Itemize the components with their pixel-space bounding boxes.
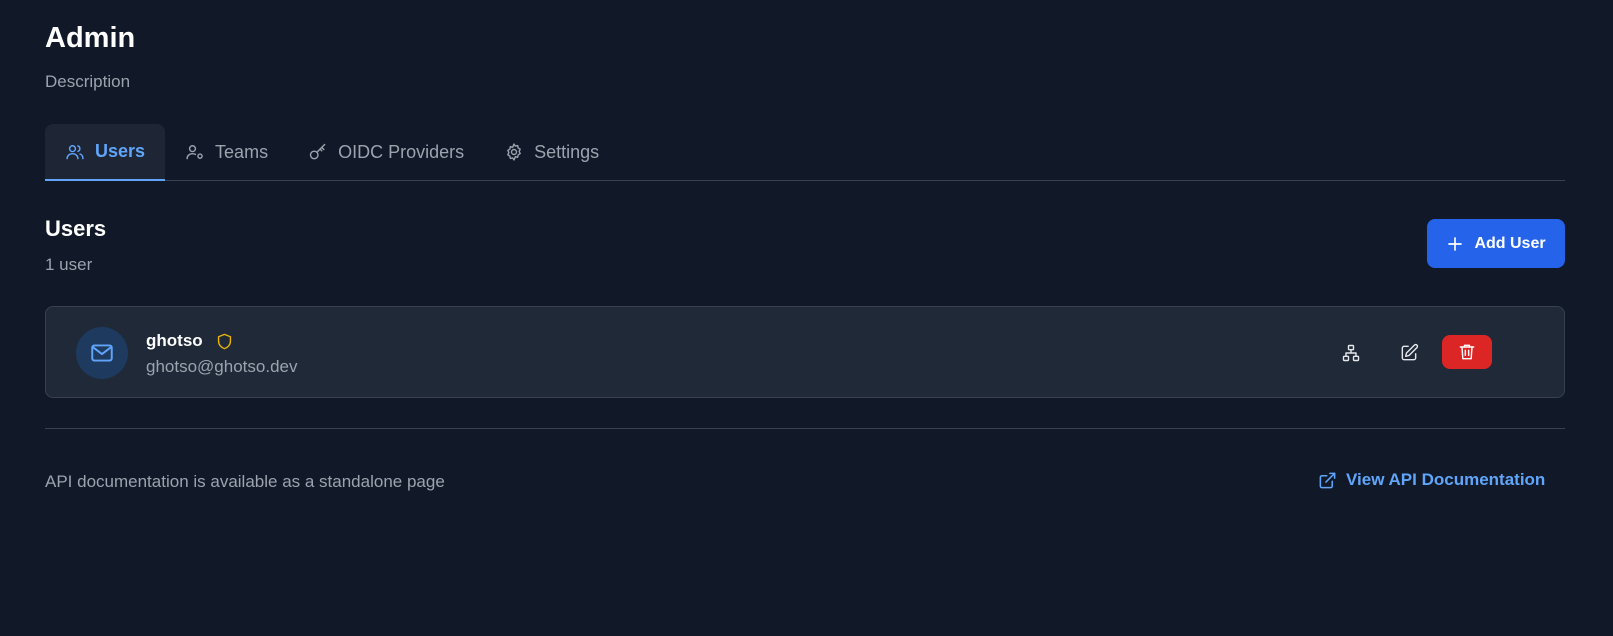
manage-teams-button[interactable] <box>1332 334 1370 372</box>
user-name-line: ghotso <box>146 331 234 351</box>
view-api-docs-link[interactable]: View API Documentation <box>1318 470 1545 490</box>
plus-icon <box>1448 236 1463 251</box>
admin-page: Admin Description Users Teams OIDC Provi… <box>0 0 1613 636</box>
tab-teams[interactable]: Teams <box>165 124 288 180</box>
user-count: 1 user <box>45 255 93 274</box>
trash-icon <box>1459 344 1475 360</box>
section-divider <box>45 428 1565 429</box>
user-email: ghotso@ghotso.dev <box>146 357 298 376</box>
key-icon <box>309 143 326 160</box>
gear-icon <box>507 143 521 161</box>
shield-icon <box>217 333 231 349</box>
tab-users[interactable]: Users <box>45 124 166 181</box>
network-icon <box>1342 344 1360 362</box>
admin-tabs: Users Teams OIDC Providers Settings <box>45 124 1565 181</box>
user-cog-icon <box>186 145 203 160</box>
delete-user-button[interactable] <box>1442 335 1492 369</box>
edit-user-button[interactable] <box>1390 334 1428 372</box>
tab-label: Users <box>95 141 146 161</box>
users-icon <box>66 144 84 159</box>
tab-label: Teams <box>215 141 269 162</box>
user-row: ghotso ghotso@ghotso.dev <box>45 306 1565 398</box>
avatar <box>76 327 128 379</box>
add-user-button[interactable]: Add User <box>1427 219 1565 268</box>
view-api-docs-label: View API Documentation <box>1346 470 1546 489</box>
tab-settings[interactable]: Settings <box>484 124 619 180</box>
user-name: ghotso <box>146 331 203 350</box>
mail-icon <box>91 344 113 362</box>
tab-label: OIDC Providers <box>338 141 465 162</box>
edit-icon <box>1401 343 1419 361</box>
external-link-icon <box>1319 472 1336 488</box>
add-user-label: Add User <box>1474 234 1546 252</box>
page-description: Description <box>45 72 131 91</box>
tab-label: Settings <box>534 141 600 162</box>
page-title: Admin <box>45 22 136 54</box>
api-doc-note: API documentation is available as a stan… <box>45 472 445 491</box>
section-title: Users <box>45 216 107 241</box>
tab-oidc-providers[interactable]: OIDC Providers <box>288 124 484 180</box>
